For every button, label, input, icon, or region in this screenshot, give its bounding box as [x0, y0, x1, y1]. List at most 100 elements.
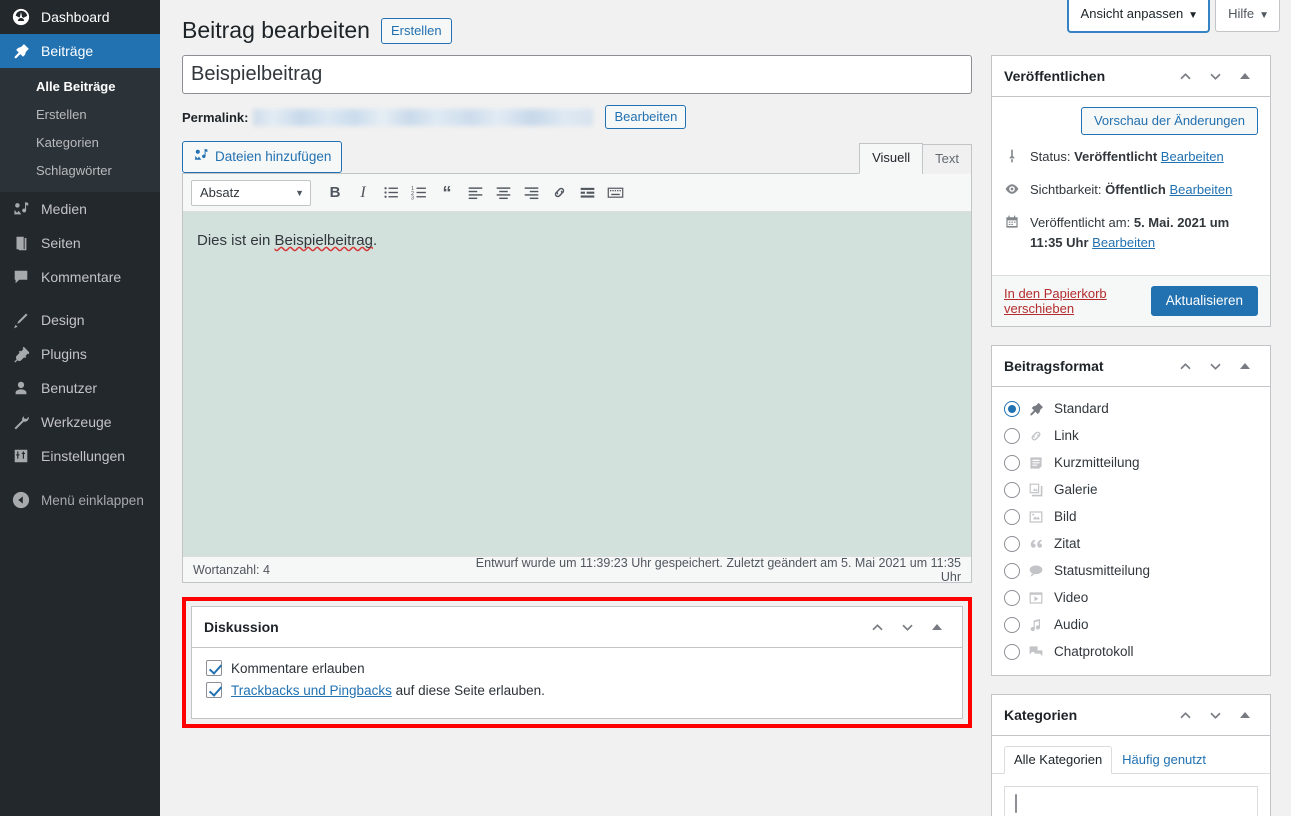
move-down-icon[interactable] — [1202, 354, 1228, 378]
format-option-video[interactable]: Video — [1004, 584, 1258, 611]
align-center-icon[interactable] — [489, 180, 517, 206]
move-down-icon[interactable] — [1202, 703, 1228, 727]
format-radio-video[interactable] — [1004, 590, 1020, 606]
read-more-icon[interactable] — [573, 180, 601, 206]
status-value: Veröffentlicht — [1074, 149, 1157, 164]
add-new-post-button[interactable]: Erstellen — [381, 18, 452, 44]
format-radio-link[interactable] — [1004, 428, 1020, 444]
pin-icon — [1004, 148, 1022, 170]
post-content-editor[interactable]: Dies ist ein Beispielbeitrag. — [183, 212, 971, 556]
sidebar-item-dashboard[interactable]: Dashboard — [0, 0, 160, 34]
sidebar-item-beitraege[interactable]: Beiträge — [0, 34, 160, 68]
tab-popular-categories[interactable]: Häufig genutzt — [1112, 746, 1216, 774]
move-down-icon[interactable] — [894, 615, 920, 639]
category-checkbox[interactable] — [1015, 794, 1017, 813]
media-icon — [193, 147, 209, 166]
screen-meta-links: Ansicht anpassen▼ Hilfe▼ — [1068, 0, 1280, 32]
align-right-icon[interactable] — [517, 180, 545, 206]
toggle-panel-icon[interactable] — [924, 615, 950, 639]
bullet-list-icon[interactable] — [377, 180, 405, 206]
post-format-header: Beitragsformat — [992, 346, 1270, 387]
link-icon[interactable] — [545, 180, 573, 206]
visibility-edit-link[interactable]: Bearbeiten — [1169, 182, 1232, 197]
move-up-icon[interactable] — [1172, 354, 1198, 378]
bold-icon[interactable]: B — [321, 180, 349, 206]
format-radio-zitat[interactable] — [1004, 536, 1020, 552]
screen-options-button[interactable]: Ansicht anpassen▼ — [1068, 0, 1210, 32]
sidebar-item-benutzer[interactable]: Benutzer — [0, 371, 160, 405]
sidebar-item-seiten[interactable]: Seiten — [0, 226, 160, 260]
format-option-galerie[interactable]: Galerie — [1004, 476, 1258, 503]
numbered-list-icon[interactable]: 123 — [405, 180, 433, 206]
format-radio-audio[interactable] — [1004, 617, 1020, 633]
move-up-icon[interactable] — [1172, 703, 1198, 727]
toggle-panel-icon[interactable] — [1232, 703, 1258, 727]
sidebar-item-medien[interactable]: Medien — [0, 192, 160, 226]
permalink-edit-button[interactable]: Bearbeiten — [605, 105, 686, 129]
tab-text[interactable]: Text — [922, 144, 972, 174]
format-option-statusmitteilung[interactable]: Statusmitteilung — [1004, 557, 1258, 584]
submenu-item-schlagwoerter[interactable]: Schlagwörter — [0, 157, 160, 185]
format-option-kurzmitteilung[interactable]: Kurzmitteilung — [1004, 449, 1258, 476]
format-option-zitat[interactable]: Zitat — [1004, 530, 1258, 557]
collapse-arrow-icon — [11, 490, 31, 510]
collapse-menu-button[interactable]: Menü einklappen — [0, 483, 160, 517]
paragraph-format-select[interactable]: Absatz ▼ — [191, 180, 311, 206]
sidebar-label: Kommentare — [41, 269, 121, 285]
published-edit-link[interactable]: Bearbeiten — [1092, 235, 1155, 250]
postbox-actions — [1172, 354, 1258, 378]
move-to-trash-link[interactable]: In den Papierkorb verschieben — [1004, 286, 1151, 316]
post-title-input[interactable] — [182, 55, 972, 94]
permalink-label: Permalink: — [182, 110, 248, 125]
permalink-url-redacted — [253, 109, 593, 126]
help-button[interactable]: Hilfe▼ — [1215, 0, 1280, 32]
sidebar-item-plugins[interactable]: Plugins — [0, 337, 160, 371]
format-option-standard[interactable]: Standard — [1004, 395, 1258, 422]
blockquote-icon[interactable]: “ — [433, 180, 461, 206]
allow-comments-checkbox[interactable] — [206, 660, 222, 676]
format-radio-statusmitteilung[interactable] — [1004, 563, 1020, 579]
tab-visual[interactable]: Visuell — [859, 143, 923, 174]
submenu-item-kategorien[interactable]: Kategorien — [0, 129, 160, 157]
tab-all-categories[interactable]: Alle Kategorien — [1004, 746, 1112, 774]
sidebar-item-kommentare[interactable]: Kommentare — [0, 260, 160, 294]
preview-changes-button[interactable]: Vorschau der Änderungen — [1081, 107, 1258, 135]
format-radio-chatprotokoll[interactable] — [1004, 644, 1020, 660]
side-sortables: Veröffentlichen Vorschau der Änderungen — [991, 55, 1271, 816]
users-icon — [11, 378, 31, 398]
move-up-icon[interactable] — [1172, 64, 1198, 88]
toggle-panel-icon[interactable] — [1232, 354, 1258, 378]
publish-body: Vorschau der Änderungen Status: Veröffen… — [992, 97, 1270, 275]
categories-checklist[interactable] — [1004, 786, 1258, 816]
format-option-link[interactable]: Link — [1004, 422, 1258, 449]
update-button[interactable]: Aktualisieren — [1151, 286, 1258, 316]
sidebar-item-einstellungen[interactable]: Einstellungen — [0, 439, 160, 473]
trackbacks-link[interactable]: Trackbacks und Pingbacks — [231, 683, 392, 698]
format-radio-galerie[interactable] — [1004, 482, 1020, 498]
format-radio-standard[interactable] — [1004, 401, 1020, 417]
submenu-item-alle-beitraege[interactable]: Alle Beiträge — [0, 73, 160, 101]
editor-status-bar: Wortanzahl: 4 Entwurf wurde um 11:39:23 … — [183, 556, 971, 582]
postbox-actions — [864, 615, 950, 639]
format-radio-bild[interactable] — [1004, 509, 1020, 525]
toggle-panel-icon[interactable] — [1232, 64, 1258, 88]
sidebar-separator — [0, 294, 160, 303]
submenu-item-erstellen[interactable]: Erstellen — [0, 101, 160, 129]
format-radio-kurzmitteilung[interactable] — [1004, 455, 1020, 471]
format-option-bild[interactable]: Bild — [1004, 503, 1258, 530]
move-down-icon[interactable] — [1202, 64, 1228, 88]
media-icon — [11, 199, 31, 219]
allow-trackbacks-checkbox[interactable] — [206, 682, 222, 698]
discussion-title: Diskussion — [204, 619, 279, 635]
italic-icon[interactable]: I — [349, 180, 377, 206]
add-media-button[interactable]: Dateien hinzufügen — [182, 141, 342, 173]
format-option-chatprotokoll[interactable]: Chatprotokoll — [1004, 638, 1258, 665]
move-up-icon[interactable] — [864, 615, 890, 639]
status-edit-link[interactable]: Bearbeiten — [1161, 149, 1224, 164]
sidebar-item-design[interactable]: Design — [0, 303, 160, 337]
sidebar-item-werkzeuge[interactable]: Werkzeuge — [0, 405, 160, 439]
keyboard-shortcuts-icon[interactable] — [601, 180, 629, 206]
align-left-icon[interactable] — [461, 180, 489, 206]
categories-title: Kategorien — [1004, 707, 1077, 723]
format-option-audio[interactable]: Audio — [1004, 611, 1258, 638]
